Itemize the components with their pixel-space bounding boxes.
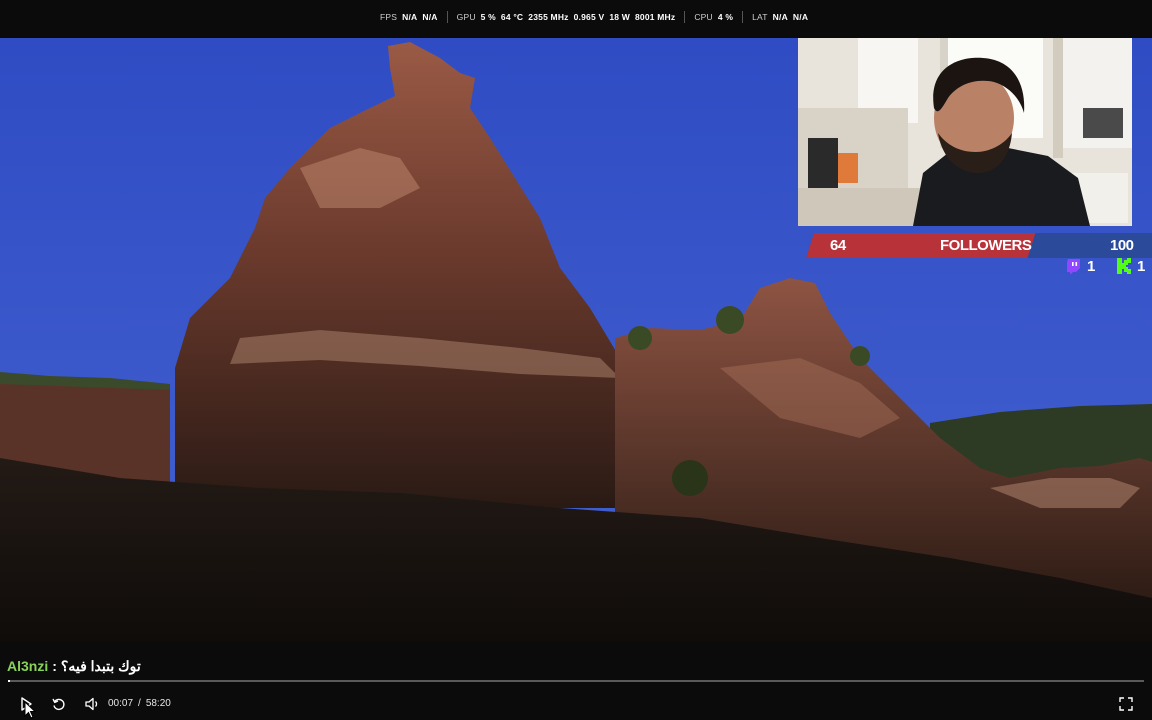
latency-value-2: N/A bbox=[792, 12, 809, 22]
replay-button[interactable] bbox=[49, 694, 69, 714]
followers-label: FOLLOWERS bbox=[940, 237, 1032, 254]
progress-bar[interactable] bbox=[8, 680, 1144, 682]
chat-separator: : bbox=[52, 658, 57, 674]
cpu-stat: CPU 4 % bbox=[684, 11, 742, 23]
player-controls: 00:07 / 58:20 bbox=[0, 694, 1152, 714]
gpu-load: 5 % bbox=[480, 12, 496, 22]
time-separator: / bbox=[138, 698, 141, 709]
twitch-followers: 1 bbox=[1066, 255, 1095, 277]
chat-message: Al3nzi : توك بتبدا فيه؟ bbox=[7, 658, 141, 675]
followers-goal: 100 bbox=[1110, 237, 1134, 254]
progress-fill bbox=[8, 680, 10, 682]
gpu-voltage: 0.965 V bbox=[573, 12, 605, 22]
performance-overlay: FPS N/A N/A GPU 5 % 64 °C 2355 MHz 0.965… bbox=[0, 0, 1152, 38]
gpu-power: 18 W bbox=[609, 12, 630, 22]
fullscreen-button[interactable] bbox=[1116, 694, 1136, 714]
kick-count: 1 bbox=[1137, 257, 1146, 275]
chat-username: Al3nzi bbox=[7, 658, 49, 674]
cpu-label: CPU bbox=[694, 12, 713, 22]
performance-stats: FPS N/A N/A GPU 5 % 64 °C 2355 MHz 0.965… bbox=[380, 11, 817, 23]
fps-value: N/A bbox=[402, 12, 418, 22]
kick-icon bbox=[1117, 258, 1131, 274]
player-bottom-area: Al3nzi : توك بتبدا فيه؟ 00:07 / 58:20 bbox=[0, 642, 1152, 720]
time-display: 00:07 / 58:20 bbox=[108, 698, 171, 709]
twitch-count: 1 bbox=[1087, 257, 1096, 275]
duration: 58:20 bbox=[145, 698, 171, 709]
latency-stat: LAT N/A N/A bbox=[742, 11, 817, 23]
gpu-stat: GPU 5 % 64 °C 2355 MHz 0.965 V 18 W 8001… bbox=[446, 11, 685, 23]
followers-current: 64 bbox=[830, 237, 846, 254]
fps-label: FPS bbox=[380, 12, 398, 22]
fps-stat: FPS N/A N/A bbox=[380, 11, 447, 23]
mouse-cursor-icon bbox=[24, 701, 36, 719]
followers-goal-bar: 64 FOLLOWERS 100 bbox=[806, 233, 1152, 258]
volume-button[interactable] bbox=[82, 694, 102, 714]
fps-value-2: N/A bbox=[422, 12, 438, 22]
latency-label: LAT bbox=[752, 12, 768, 22]
webcam-overlay bbox=[798, 38, 1132, 226]
gpu-label: GPU bbox=[456, 12, 476, 22]
gpu-temp: 64 °C bbox=[500, 12, 524, 22]
gpu-memory-clock: 8001 MHz bbox=[634, 12, 676, 22]
latency-value: N/A bbox=[772, 12, 788, 22]
webcam-feed bbox=[798, 38, 1132, 226]
chat-text: توك بتبدا فيه؟ bbox=[60, 658, 141, 674]
twitch-icon bbox=[1067, 259, 1080, 274]
kick-followers: 1 bbox=[1116, 255, 1145, 277]
video-frame[interactable]: 64 FOLLOWERS 100 1 1 bbox=[0, 38, 1152, 642]
current-time: 00:07 bbox=[108, 698, 134, 709]
replay-icon bbox=[52, 698, 65, 711]
gpu-clock: 2355 MHz bbox=[528, 12, 569, 22]
fullscreen-icon bbox=[1119, 697, 1133, 711]
volume-icon bbox=[85, 697, 98, 711]
cpu-load: 4 % bbox=[717, 12, 734, 22]
